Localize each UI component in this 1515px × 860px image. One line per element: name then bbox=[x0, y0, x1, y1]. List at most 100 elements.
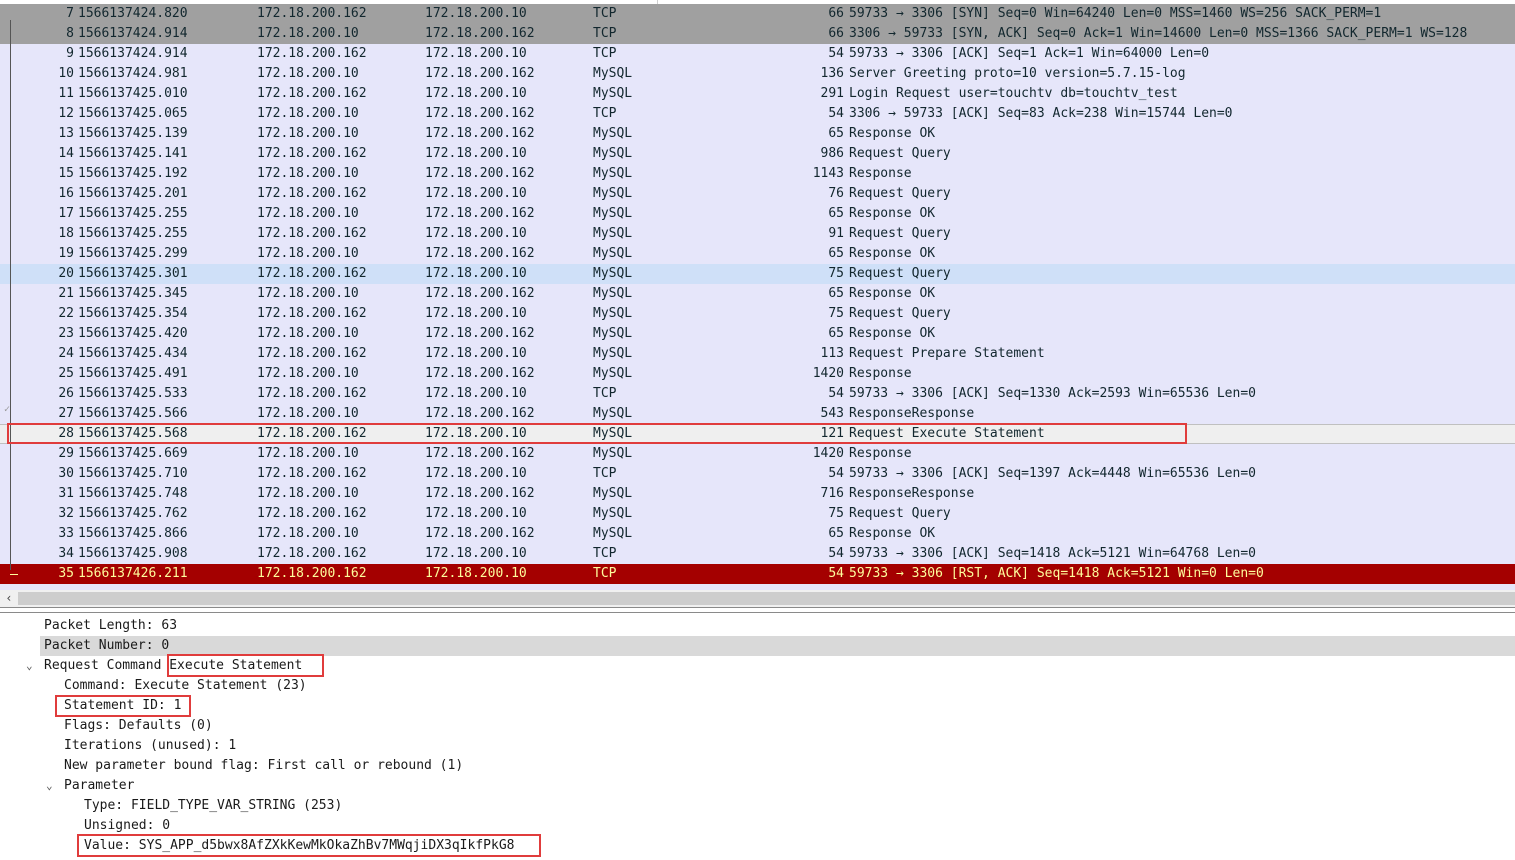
detail-item[interactable]: Iterations (unused): 1 bbox=[0, 736, 1515, 756]
packet-info: 59733 → 3306 [SYN] Seq=0 Win=64240 Len=0… bbox=[849, 6, 1382, 21]
detail-text: Packet Length: 63 bbox=[44, 618, 178, 633]
detail-item[interactable]: ⌄ Parameter bbox=[0, 776, 1515, 796]
packet-source: 172.18.200.10 bbox=[257, 526, 359, 541]
packet-row[interactable]: 20 1566137425.301 172.18.200.162 172.18.200… bbox=[0, 264, 1515, 284]
packet-source: 172.18.200.162 bbox=[257, 226, 367, 241]
packet-row[interactable]: 14 1566137425.141 172.18.200.162 172.18.200… bbox=[0, 144, 1515, 164]
packet-source: 172.18.200.162 bbox=[257, 186, 367, 201]
packet-protocol: MySQL bbox=[593, 86, 633, 101]
packet-row[interactable]: 8 1566137424.914 172.18.200.10 172.18.200.1… bbox=[0, 24, 1515, 44]
detail-text: Packet Number: 0 bbox=[44, 638, 170, 653]
packet-row[interactable]: 12 1566137425.065 172.18.200.10 172.18.200.… bbox=[0, 104, 1515, 124]
packet-number: 7 bbox=[66, 6, 74, 21]
packet-row[interactable]: 26 1566137425.533 172.18.200.162 172.18.200… bbox=[0, 384, 1515, 404]
detail-item[interactable]: Packet Length: 63 bbox=[0, 616, 1515, 636]
packet-row[interactable]: 10 1566137424.981 172.18.200.10 172.18.200.… bbox=[0, 64, 1515, 84]
packet-info: Request Execute Statement bbox=[849, 426, 1045, 441]
packet-row[interactable]: 32 1566137425.762 172.18.200.162 172.18.200… bbox=[0, 504, 1515, 524]
packet-protocol: MySQL bbox=[593, 126, 633, 141]
packet-row[interactable]: 34 1566137425.908 172.18.200.162 172.18.200… bbox=[0, 544, 1515, 564]
packet-destination: 172.18.200.162 bbox=[425, 446, 535, 461]
packet-row[interactable]: 23 1566137425.420 172.18.200.10 172.18.200.… bbox=[0, 324, 1515, 344]
packet-row[interactable]: 19 1566137425.299 172.18.200.10 172.18.200.… bbox=[0, 244, 1515, 264]
packet-list[interactable]: 7 1566137424.820 172.18.200.162 172.18.200.… bbox=[0, 0, 1515, 590]
detail-item[interactable]: Statement ID: 1 bbox=[0, 696, 1515, 716]
packet-row[interactable]: 16 1566137425.201 172.18.200.162 172.18.200… bbox=[0, 184, 1515, 204]
packet-row[interactable]: 17 1566137425.255 172.18.200.10 172.18.200.… bbox=[0, 204, 1515, 224]
detail-item[interactable]: Unsigned: 0 bbox=[0, 816, 1515, 836]
expand-chevron-icon[interactable]: ⌄ bbox=[26, 656, 33, 676]
packet-row[interactable]: 18 1566137425.255 172.18.200.162 172.18.200… bbox=[0, 224, 1515, 244]
packet-length: 75 bbox=[828, 266, 844, 281]
packet-length: 76 bbox=[828, 186, 844, 201]
packet-time: 1566137425.491 bbox=[78, 366, 188, 381]
packet-row[interactable]: 35 1566137426.211 172.18.200.162 172.18.200… bbox=[0, 564, 1515, 584]
packet-info: Response OK bbox=[849, 126, 936, 141]
packet-row[interactable]: 11 1566137425.010 172.18.200.162 172.18.200… bbox=[0, 84, 1515, 104]
packet-row[interactable]: 25 1566137425.491 172.18.200.10 172.18.200.… bbox=[0, 364, 1515, 384]
packet-source: 172.18.200.10 bbox=[257, 486, 359, 501]
packet-row[interactable]: 21 1566137425.345 172.18.200.10 172.18.200.… bbox=[0, 284, 1515, 304]
packet-length: 75 bbox=[828, 506, 844, 521]
detail-text: Statement ID: 1 bbox=[64, 698, 182, 713]
packet-number: 23 bbox=[58, 326, 74, 341]
packet-length: 75 bbox=[828, 306, 844, 321]
packet-row[interactable]: 22 1566137425.354 172.18.200.162 172.18.200… bbox=[0, 304, 1515, 324]
scrollbar-thumb[interactable] bbox=[18, 592, 1515, 605]
packet-source: 172.18.200.162 bbox=[257, 306, 367, 321]
detail-text: Parameter bbox=[64, 778, 135, 793]
packet-row-selected[interactable]: 28 1566137425.568 172.18.200.162 172.18.200… bbox=[0, 424, 1515, 444]
conversation-tree-line bbox=[10, 20, 11, 570]
packet-time: 1566137424.981 bbox=[78, 66, 188, 81]
packet-destination: 172.18.200.10 bbox=[425, 46, 527, 61]
packet-row[interactable]: 27 1566137425.566 172.18.200.10 172.18.200.… bbox=[0, 404, 1515, 424]
detail-item[interactable]: Flags: Defaults (0) bbox=[0, 716, 1515, 736]
packet-time: 1566137425.192 bbox=[78, 166, 188, 181]
detail-item[interactable]: Packet Number: 0 bbox=[40, 636, 1515, 656]
detail-item[interactable]: New parameter bound flag: First call or … bbox=[0, 756, 1515, 776]
packet-info: Request Query bbox=[849, 146, 951, 161]
detail-text: Iterations (unused): 1 bbox=[64, 738, 237, 753]
detail-text: Type: FIELD_TYPE_VAR_STRING (253) bbox=[84, 798, 343, 813]
packet-row[interactable]: 15 1566137425.192 172.18.200.10 172.18.200.… bbox=[0, 164, 1515, 184]
packet-number: 10 bbox=[58, 66, 74, 81]
packet-info: Request Query bbox=[849, 186, 951, 201]
packet-source: 172.18.200.10 bbox=[257, 326, 359, 341]
packet-time: 1566137425.710 bbox=[78, 466, 188, 481]
packet-row[interactable]: 7 1566137424.820 172.18.200.162 172.18.200.… bbox=[0, 4, 1515, 24]
packet-protocol: MySQL bbox=[593, 526, 633, 541]
packet-time: 1566137424.820 bbox=[78, 6, 188, 21]
packet-time: 1566137425.301 bbox=[78, 266, 188, 281]
packet-number: 27 bbox=[58, 406, 74, 421]
packet-destination: 172.18.200.162 bbox=[425, 486, 535, 501]
packet-number: 28 bbox=[58, 426, 74, 441]
packet-info: 59733 → 3306 [ACK] Seq=1330 Ack=2593 Win… bbox=[849, 386, 1256, 401]
packet-row[interactable]: 9 1566137424.914 172.18.200.162 172.18.200.… bbox=[0, 44, 1515, 64]
packet-row[interactable]: 29 1566137425.669 172.18.200.10 172.18.200.… bbox=[0, 444, 1515, 464]
packet-number: 24 bbox=[58, 346, 74, 361]
packet-row[interactable]: 30 1566137425.710 172.18.200.162 172.18.200… bbox=[0, 464, 1515, 484]
packet-row[interactable]: 33 1566137425.866 172.18.200.10 172.18.200.… bbox=[0, 524, 1515, 544]
packet-protocol: MySQL bbox=[593, 166, 633, 181]
packet-details-pane[interactable]: Packet Length: 63 Packet Number: 0 ⌄ Reques… bbox=[0, 612, 1515, 860]
packet-number: 32 bbox=[58, 506, 74, 521]
packet-length: 113 bbox=[820, 346, 844, 361]
detail-item[interactable]: Value: SYS_APP_d5bwx8AfZXkKewMkOkaZhBv7M… bbox=[0, 836, 1515, 856]
packet-destination: 172.18.200.10 bbox=[425, 186, 527, 201]
packet-row[interactable]: 13 1566137425.139 172.18.200.10 172.18.200.… bbox=[0, 124, 1515, 144]
packet-protocol: TCP bbox=[593, 6, 617, 21]
scroll-left-icon[interactable]: ‹ bbox=[3, 590, 15, 607]
detail-item[interactable]: ⌄ Request Command Execute Statement bbox=[0, 656, 1515, 676]
packet-info: Response OK bbox=[849, 526, 936, 541]
detail-item[interactable]: Command: Execute Statement (23) bbox=[0, 676, 1515, 696]
horizontal-scrollbar[interactable]: ‹ bbox=[0, 590, 1515, 608]
packet-row[interactable]: 31 1566137425.748 172.18.200.10 172.18.200.… bbox=[0, 484, 1515, 504]
packet-length: 716 bbox=[820, 486, 844, 501]
packet-source: 172.18.200.162 bbox=[257, 6, 367, 21]
packet-destination: 172.18.200.162 bbox=[425, 406, 535, 421]
detail-item[interactable]: Type: FIELD_TYPE_VAR_STRING (253) bbox=[0, 796, 1515, 816]
packet-protocol: MySQL bbox=[593, 186, 633, 201]
packet-row[interactable]: 24 1566137425.434 172.18.200.162 172.18.200… bbox=[0, 344, 1515, 364]
expand-chevron-icon[interactable]: ⌄ bbox=[46, 776, 53, 796]
packet-source: 172.18.200.162 bbox=[257, 346, 367, 361]
